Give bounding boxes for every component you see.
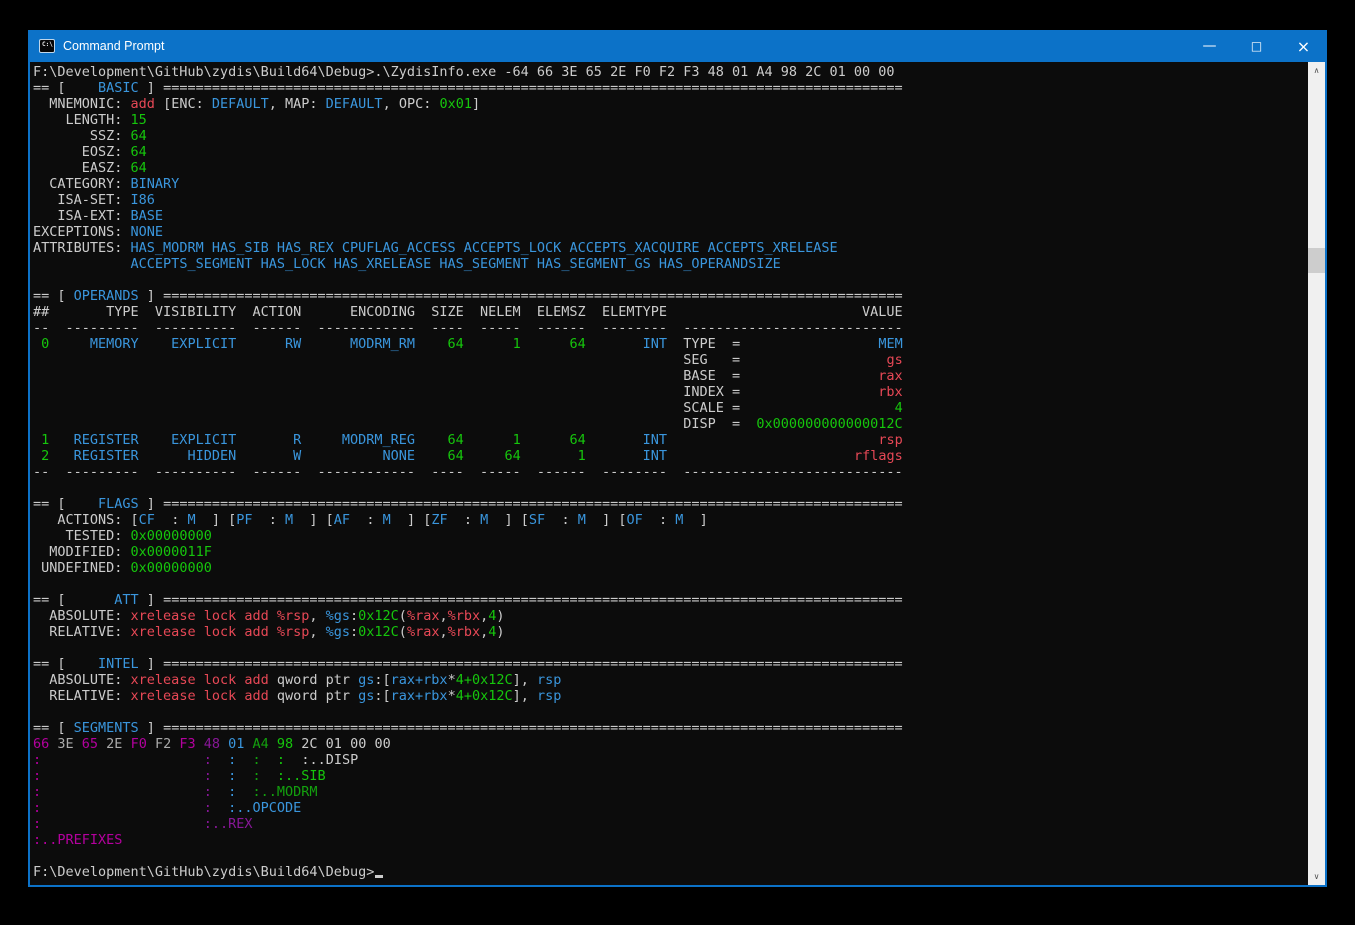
terminal-line: SEG = gs (33, 352, 1308, 368)
console-body: F:\Development\GitHub\zydis\Build64\Debu… (30, 62, 1325, 885)
close-button[interactable]: × (1280, 30, 1327, 62)
terminal-line (33, 480, 1308, 496)
titlebar[interactable]: C:\ Command Prompt — □ × (28, 30, 1327, 62)
terminal-line: 1 REGISTER EXPLICIT R MODRM_REG 64 1 64 … (33, 432, 1308, 448)
terminal-line: == [ OPERANDS ] ========================… (33, 288, 1308, 304)
terminal-line: F:\Development\GitHub\zydis\Build64\Debu… (33, 864, 1308, 880)
terminal-line: EOSZ: 64 (33, 144, 1308, 160)
terminal-line: ACTIONS: [CF : M ] [PF : M ] [AF : M ] [… (33, 512, 1308, 528)
terminal-line: INDEX = rbx (33, 384, 1308, 400)
minimize-button[interactable]: — (1186, 30, 1233, 66)
terminal-line: RELATIVE: xrelease lock add qword ptr gs… (33, 688, 1308, 704)
terminal-line (33, 848, 1308, 864)
terminal-line: ## TYPE VISIBILITY ACTION ENCODING SIZE … (33, 304, 1308, 320)
terminal-line (33, 272, 1308, 288)
terminal-line: SSZ: 64 (33, 128, 1308, 144)
terminal-line: EXCEPTIONS: NONE (33, 224, 1308, 240)
terminal-line: 66 3E 65 2E F0 F2 F3 48 01 A4 98 2C 01 0… (33, 736, 1308, 752)
terminal-line: 2 REGISTER HIDDEN W NONE 64 64 1 INT rfl… (33, 448, 1308, 464)
terminal-line: : : :..OPCODE (33, 800, 1308, 816)
terminal-line: -- --------- ---------- ------ ---------… (33, 464, 1308, 480)
terminal-line: : : : :..MODRM (33, 784, 1308, 800)
terminal-output[interactable]: F:\Development\GitHub\zydis\Build64\Debu… (30, 62, 1308, 885)
terminal-line: ABSOLUTE: xrelease lock add %rsp, %gs:0x… (33, 608, 1308, 624)
cmd-icon[interactable]: C:\ (39, 39, 55, 53)
scroll-up-button[interactable]: ∧ (1308, 62, 1325, 79)
terminal-line: == [ BASIC ] ===========================… (33, 80, 1308, 96)
terminal-line: : : : : : :..DISP (33, 752, 1308, 768)
text-cursor (375, 875, 383, 878)
terminal-line: ISA-EXT: BASE (33, 208, 1308, 224)
scroll-down-button[interactable]: ∨ (1308, 868, 1325, 885)
terminal-line: -- --------- ---------- ------ ---------… (33, 320, 1308, 336)
terminal-line: :..PREFIXES (33, 832, 1308, 848)
terminal-line: BASE = rax (33, 368, 1308, 384)
maximize-icon: □ (1251, 39, 1262, 53)
command-prompt-window: C:\ Command Prompt — □ × F:\Development\… (28, 30, 1327, 887)
terminal-line: MNEMONIC: add [ENC: DEFAULT, MAP: DEFAUL… (33, 96, 1308, 112)
terminal-line: : : : : :..SIB (33, 768, 1308, 784)
terminal-line: == [ FLAGS ] ===========================… (33, 496, 1308, 512)
close-icon: × (1297, 37, 1310, 56)
terminal-line: CATEGORY: BINARY (33, 176, 1308, 192)
terminal-line: ISA-SET: I86 (33, 192, 1308, 208)
terminal-line: ATTRIBUTES: HAS_MODRM HAS_SIB HAS_REX CP… (33, 240, 1308, 256)
terminal-line: LENGTH: 15 (33, 112, 1308, 128)
terminal-line: == [ SEGMENTS ] ========================… (33, 720, 1308, 736)
scrollbar[interactable]: ∧ ∨ (1308, 62, 1325, 885)
chevron-up-icon: ∧ (1314, 66, 1320, 75)
terminal-line: 0 MEMORY EXPLICIT RW MODRM_RM 64 1 64 IN… (33, 336, 1308, 352)
terminal-line: MODIFIED: 0x0000011F (33, 544, 1308, 560)
terminal-line: RELATIVE: xrelease lock add %rsp, %gs:0x… (33, 624, 1308, 640)
scroll-thumb[interactable] (1308, 248, 1325, 273)
terminal-line: TESTED: 0x00000000 (33, 528, 1308, 544)
terminal-line: DISP = 0x000000000000012C (33, 416, 1308, 432)
terminal-line (33, 704, 1308, 720)
maximize-button[interactable]: □ (1233, 30, 1280, 62)
terminal-line: == [ ATT ] =============================… (33, 592, 1308, 608)
terminal-line: UNDEFINED: 0x00000000 (33, 560, 1308, 576)
terminal-line: ABSOLUTE: xrelease lock add qword ptr gs… (33, 672, 1308, 688)
terminal-line: == [ INTEL ] ===========================… (33, 656, 1308, 672)
terminal-line (33, 576, 1308, 592)
terminal-line: : :..REX (33, 816, 1308, 832)
window-controls: — □ × (1186, 30, 1327, 62)
terminal-line: SCALE = 4 (33, 400, 1308, 416)
chevron-down-icon: ∨ (1314, 872, 1320, 881)
terminal-line: EASZ: 64 (33, 160, 1308, 176)
terminal-line: ACCEPTS_SEGMENT HAS_LOCK HAS_XRELEASE HA… (33, 256, 1308, 272)
minimize-icon: — (1203, 38, 1217, 54)
terminal-line (33, 640, 1308, 656)
terminal-line: F:\Development\GitHub\zydis\Build64\Debu… (33, 64, 1308, 80)
window-title: Command Prompt (63, 39, 164, 53)
